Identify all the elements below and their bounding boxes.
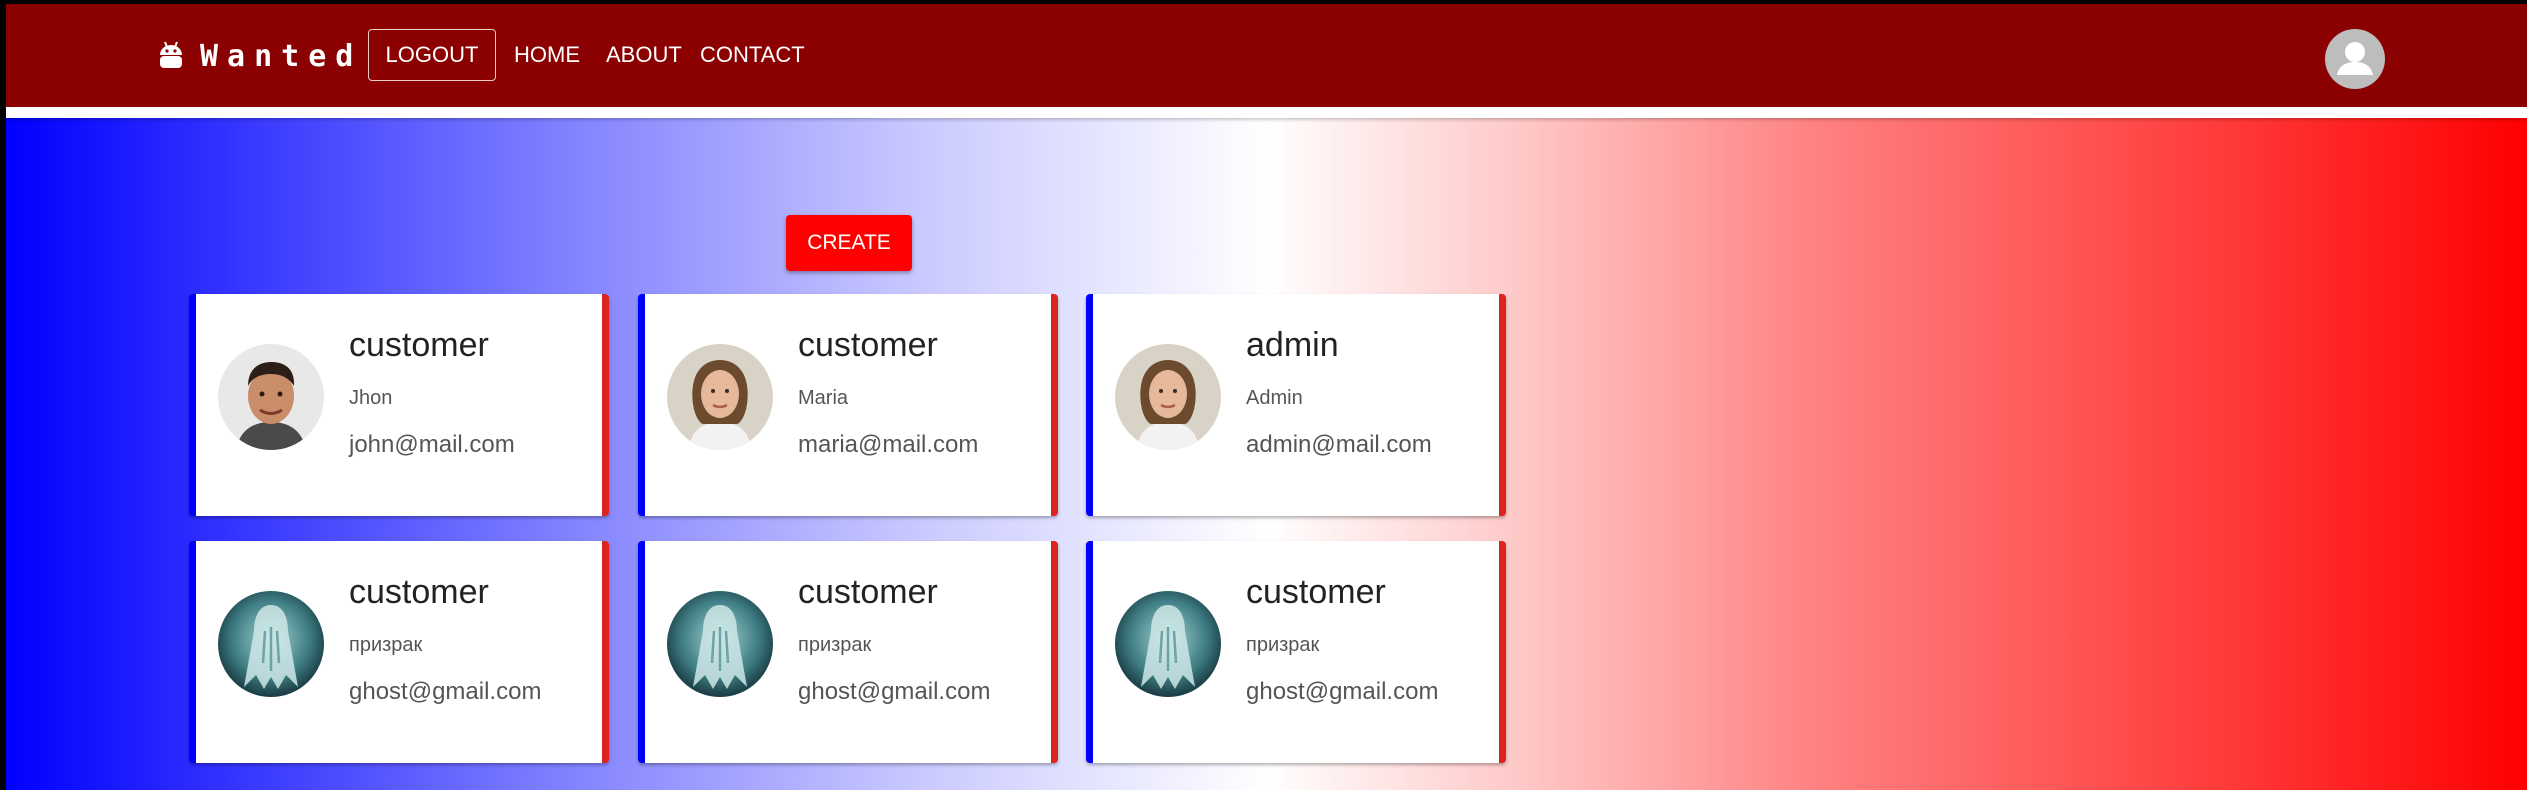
logout-button[interactable]: LOGOUT — [368, 29, 496, 81]
user-email: john@mail.com — [349, 431, 515, 458]
nav-home[interactable]: HOME — [514, 29, 580, 81]
brand[interactable]: Wanted — [158, 38, 362, 74]
user-name: призрак — [1246, 634, 1320, 656]
user-email: maria@mail.com — [798, 431, 979, 458]
user-role: customer — [349, 326, 489, 364]
android-icon — [160, 41, 182, 68]
user-avatar — [218, 591, 324, 697]
user-role: admin — [1246, 326, 1339, 364]
create-button[interactable]: CREATE — [786, 215, 912, 271]
user-name: призрак — [798, 634, 872, 656]
user-role: customer — [798, 326, 938, 364]
account-icon — [2337, 42, 2373, 75]
user-avatar — [1115, 344, 1221, 450]
user-card[interactable]: admin Admin admin@mail.com — [1086, 294, 1506, 516]
user-email: ghost@gmail.com — [798, 678, 991, 705]
user-email: ghost@gmail.com — [349, 678, 542, 705]
user-name: Jhon — [349, 387, 393, 409]
user-avatar — [1115, 591, 1221, 697]
brand-title: Wanted — [200, 38, 363, 74]
user-avatar — [667, 344, 773, 450]
account-avatar-button[interactable] — [2325, 29, 2385, 89]
user-name: Admin — [1246, 387, 1303, 409]
user-role: customer — [349, 573, 489, 611]
user-card[interactable]: customer Jhon john@mail.com — [189, 294, 609, 516]
user-role: customer — [1246, 573, 1386, 611]
user-email: admin@mail.com — [1246, 431, 1432, 458]
user-avatar — [667, 591, 773, 697]
app-bar-divider — [6, 107, 2527, 118]
user-email: ghost@gmail.com — [1246, 678, 1439, 705]
user-name: Maria — [798, 387, 849, 409]
user-card[interactable]: customer призрак ghost@gmail.com — [638, 541, 1058, 763]
page: Wanted LOGOUT HOME ABOUT CONTACT CREATE … — [6, 4, 2527, 790]
user-card[interactable]: customer призрак ghost@gmail.com — [1086, 541, 1506, 763]
nav-contact[interactable]: CONTACT — [700, 29, 805, 81]
user-card[interactable]: customer Maria maria@mail.com — [638, 294, 1058, 516]
user-avatar — [218, 344, 324, 450]
user-role: customer — [798, 573, 938, 611]
user-name: призрак — [349, 634, 423, 656]
user-card[interactable]: customer призрак ghost@gmail.com — [189, 541, 609, 763]
app-bar: Wanted LOGOUT HOME ABOUT CONTACT — [6, 4, 2527, 107]
nav-about[interactable]: ABOUT — [606, 29, 682, 81]
